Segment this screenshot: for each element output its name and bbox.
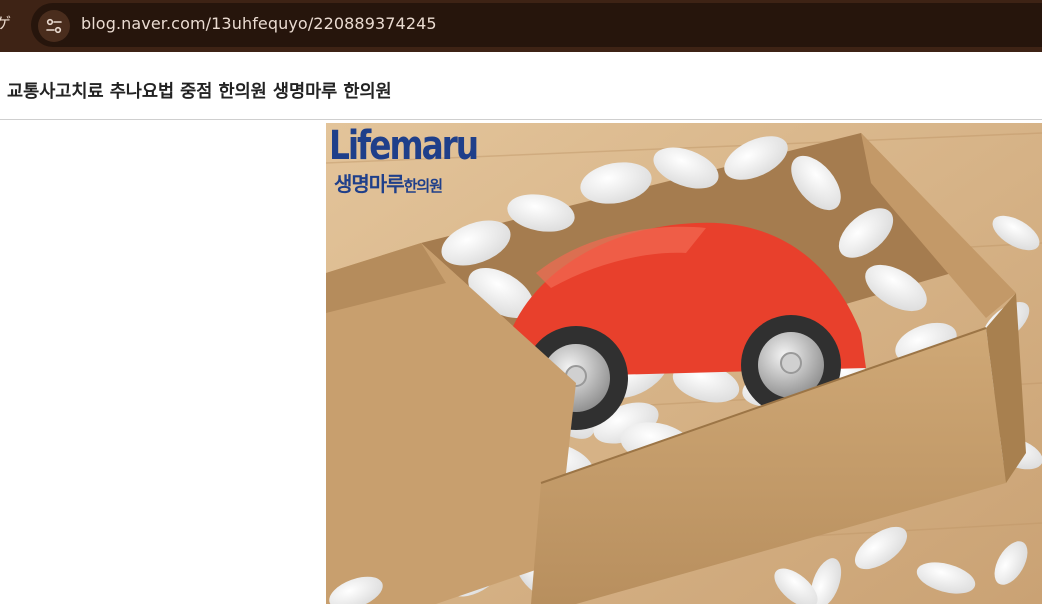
logo-wordmark: Lifemaru bbox=[329, 123, 479, 169]
post-photo: Lifemaru 생명마루한의원 bbox=[326, 123, 1042, 604]
logo-korean: 생명마루한의원 bbox=[334, 168, 443, 197]
tab-edge-glyph: ゲ bbox=[0, 14, 12, 32]
url-text[interactable]: blog.naver.com/13uhfequyo/220889374245 bbox=[81, 14, 437, 33]
browser-toolbar: ゲ blog.naver.com/13uhfequyo/220889374245 bbox=[0, 0, 1042, 52]
logo-korean-main: 생명마루 bbox=[334, 172, 405, 196]
page-content: 교통사고치료 추나요법 중점 한의원 생명마루 한의원 Lifemaru 생명마… bbox=[0, 52, 1042, 604]
post-title: 교통사고치료 추나요법 중점 한의원 생명마루 한의원 bbox=[7, 82, 392, 102]
logo-korean-sub: 한의원 bbox=[403, 177, 443, 195]
title-divider bbox=[0, 119, 1042, 120]
site-info-icon[interactable] bbox=[38, 10, 70, 42]
